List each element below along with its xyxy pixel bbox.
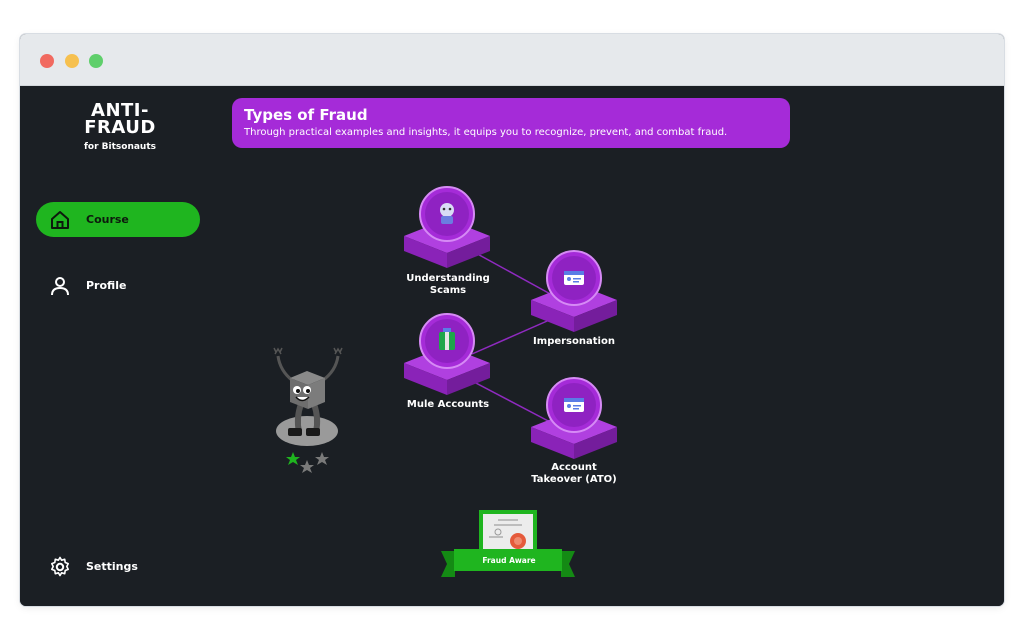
lesson-label: Mule Accounts (407, 399, 489, 410)
lesson-label-line1: Understanding (406, 273, 490, 284)
star-icon (300, 460, 314, 473)
gear-icon (51, 556, 69, 577)
sidebar-item-label: Settings (86, 560, 138, 573)
sidebar-item-label: Course (86, 213, 129, 226)
id-card-icon (564, 271, 584, 285)
app-logo: ANTI- FRAUD for Bitsonauts (82, 102, 158, 153)
minimize-window-button[interactable] (65, 54, 79, 68)
lesson-label-line2: Scams (430, 285, 466, 296)
module-title: Types of Fraud (244, 106, 368, 124)
lesson-node-mule-accounts[interactable]: Mule Accounts (404, 313, 490, 410)
lesson-node-impersonation[interactable]: Impersonation (531, 250, 617, 347)
mascot-robot (273, 347, 343, 446)
module-description: Through practical examples and insights,… (244, 127, 728, 138)
course-map: Understanding Scams Impersonation Mule A… (273, 186, 617, 577)
close-window-button[interactable] (40, 54, 54, 68)
star-icon (315, 452, 329, 465)
home-icon (51, 211, 69, 229)
sidebar-item-label: Profile (86, 279, 127, 292)
app-window: Understanding Scams Impersonation Mule A… (20, 34, 1004, 606)
id-card-icon (564, 398, 584, 412)
module-header-banner: Types of Fraud Through practical example… (232, 98, 790, 148)
sidebar-item-course[interactable]: Course (36, 202, 200, 237)
lesson-label: Impersonation (533, 336, 615, 347)
certificate-badge[interactable]: Fraud Aware (441, 510, 575, 577)
badge-label: Fraud Aware (482, 556, 535, 565)
window-titlebar (20, 34, 1004, 86)
app-content: Understanding Scams Impersonation Mule A… (20, 86, 1004, 606)
star-icon (286, 452, 300, 465)
lesson-label-line2: Takeover (ATO) (531, 474, 616, 485)
logo-subtitle: for Bitsonauts (83, 142, 156, 152)
sidebar-item-profile[interactable]: Profile (36, 268, 200, 303)
lesson-node-understanding-scams[interactable]: Understanding Scams (404, 186, 490, 296)
user-icon (51, 277, 69, 296)
sidebar-item-settings[interactable]: Settings (36, 549, 200, 584)
lesson-node-account-takeover[interactable]: Account Takeover (ATO) (531, 377, 617, 485)
maximize-window-button[interactable] (89, 54, 103, 68)
seal-icon (510, 533, 526, 549)
logo-title-line2: FRAUD (84, 117, 156, 138)
scam-icon (440, 203, 454, 224)
lesson-label-line1: Account (551, 462, 597, 473)
stars-rating (286, 452, 329, 473)
